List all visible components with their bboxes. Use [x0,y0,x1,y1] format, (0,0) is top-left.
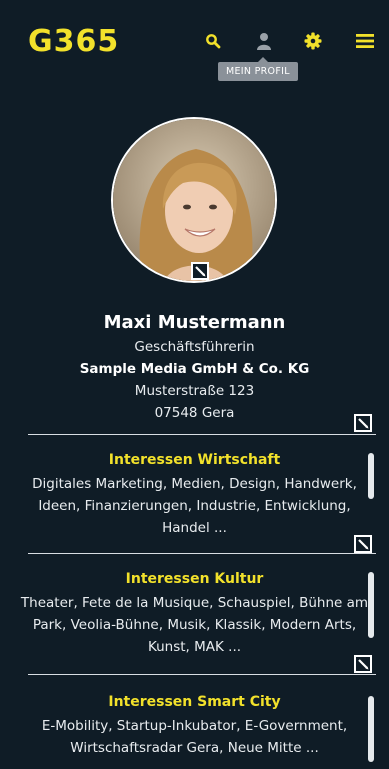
gear-icon[interactable] [302,30,324,52]
avatar [111,117,277,283]
section-title: Interessen Kultur [125,571,264,587]
search-icon[interactable] [202,30,224,52]
section-title: Interessen Smart City [108,694,281,710]
scrollbar[interactable] [368,572,374,638]
edit-profile-button[interactable] [354,414,372,432]
pencil-icon [358,539,369,550]
edit-culture-button[interactable] [354,655,372,673]
logo[interactable]: G365 [28,24,119,59]
pencil-icon [358,418,369,429]
section-text: Theater, Fete de la Musique, Schauspiel,… [20,595,369,655]
profile-tooltip: MEIN PROFIL [218,57,298,81]
profile-screen: G365 MEIN PROFIL Maxi Mustermann Geschäf… [0,0,389,769]
section-title: Interessen Wirtschaft [108,452,281,468]
divider [28,434,376,435]
user-icon[interactable] [253,30,275,52]
section-text: E-Mobility, Startup-Inkubator, E-Governm… [41,718,348,756]
pencil-icon [358,659,369,670]
profile-name: Maxi Mustermann [103,312,286,333]
pencil-icon [195,266,206,277]
scrollbar[interactable] [368,696,374,762]
divider [28,674,376,675]
profile-position: Geschäftsführerin [134,339,255,355]
edit-economy-button[interactable] [354,535,372,553]
scrollbar[interactable] [368,453,374,499]
profile-company: Sample Media GmbH & Co. KG [79,361,310,377]
edit-photo-button[interactable] [191,262,209,280]
divider [28,553,376,554]
menu-icon[interactable] [354,30,376,52]
profile-info: Maxi Mustermann Geschäftsführerin Sample… [0,310,389,424]
interests-economy-section: Interessen Wirtschaft Digitales Marketin… [0,450,389,539]
section-text: Digitales Marketing, Medien, Design, Han… [32,476,357,536]
profile-city: 07548 Gera [154,405,235,421]
interests-culture-section: Interessen Kultur Theater, Fete de la Mu… [0,569,389,658]
profile-street: Musterstraße 123 [134,383,255,399]
interests-smartcity-section: Interessen Smart City E-Mobility, Startu… [0,692,389,759]
app-header: G365 MEIN PROFIL [0,0,389,81]
